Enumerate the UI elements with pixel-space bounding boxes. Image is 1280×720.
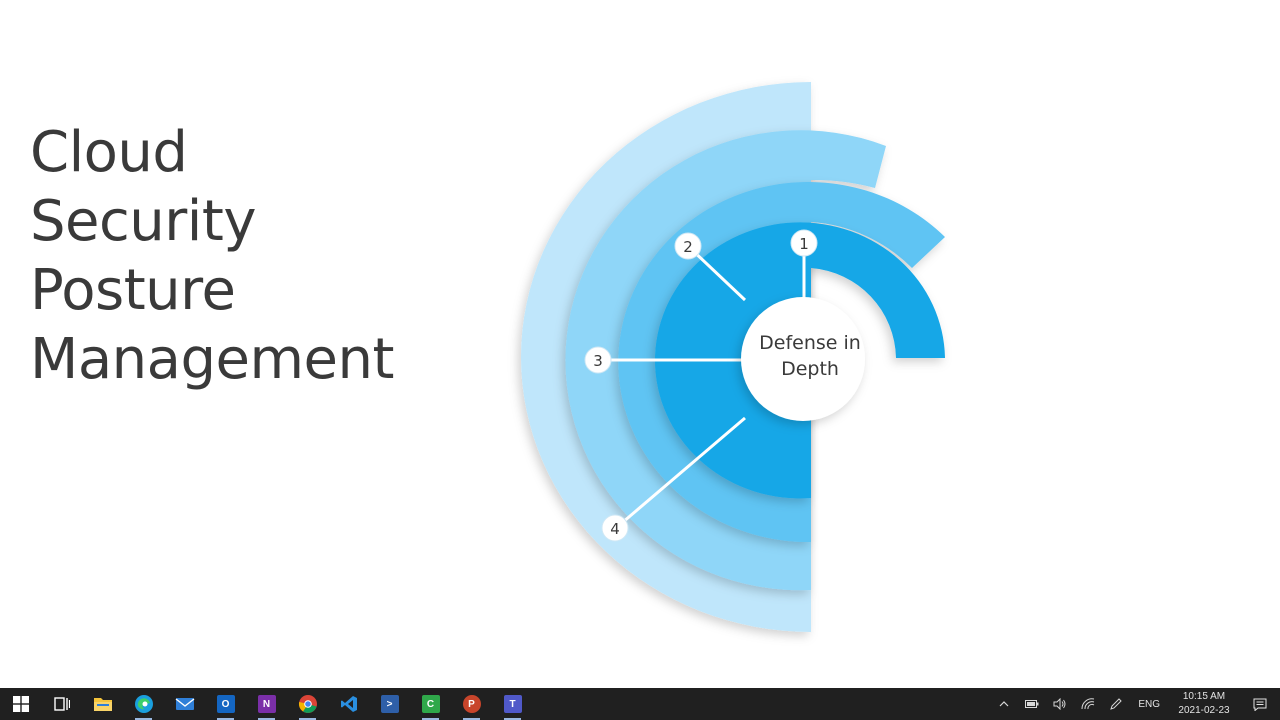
network-button[interactable] (1074, 688, 1102, 720)
taskbar-app-file-explorer[interactable] (82, 688, 123, 720)
show-hidden-icons-button[interactable] (990, 688, 1018, 720)
pen-button[interactable] (1102, 688, 1130, 720)
battery-icon (1025, 700, 1039, 708)
onenote-icon: N (257, 695, 276, 713)
mail-icon (175, 698, 194, 710)
defense-in-depth-diagram: 1 2 3 4 (521, 82, 945, 632)
taskbar-app-powerpoint[interactable]: P (451, 688, 492, 720)
notifications-icon (1253, 698, 1267, 711)
marker-4: 4 (601, 514, 629, 542)
battery-button[interactable] (1018, 688, 1046, 720)
powershell-icon: > (380, 695, 399, 713)
marker-4-label: 4 (610, 520, 620, 538)
task-view-icon (53, 697, 70, 711)
center-label-line: Defense in (759, 332, 861, 354)
task-view-button[interactable] (41, 688, 82, 720)
taskbar-app-teams[interactable]: T (492, 688, 533, 720)
taskbar-app-camtasia[interactable]: C (410, 688, 451, 720)
slide: Cloud Security Posture Management 1 2 3 … (0, 0, 1280, 688)
camtasia-icon: C (421, 695, 440, 713)
taskbar-app-onenote[interactable]: N (246, 688, 287, 720)
marker-3-label: 3 (593, 352, 603, 370)
clock-time: 10:15 AM (1182, 691, 1226, 702)
edge-icon (134, 695, 153, 713)
marker-1-label: 1 (799, 235, 809, 253)
marker-2: 2 (674, 232, 702, 260)
taskbar-app-vscode[interactable] (328, 688, 369, 720)
taskbar-app-chrome[interactable] (287, 688, 328, 720)
taskbar: O N > C P T ENG 10:15 AM 2021-02-23 (0, 688, 1280, 720)
center-label: Defense in Depth (742, 330, 878, 382)
system-tray: ENG 10:15 AM 2021-02-23 (990, 688, 1280, 720)
teams-icon: T (503, 695, 522, 713)
taskbar-app-outlook[interactable]: O (205, 688, 246, 720)
file-explorer-icon (93, 698, 112, 711)
pen-icon (1110, 698, 1123, 710)
vscode-icon (340, 696, 357, 712)
clock-date: 2021-02-23 (1178, 705, 1230, 716)
speaker-icon (1053, 698, 1066, 710)
marker-1: 1 (790, 229, 818, 257)
outlook-icon: O (216, 695, 235, 713)
action-center-button[interactable] (1240, 688, 1280, 720)
taskbar-app-mail[interactable] (164, 688, 205, 720)
powerpoint-icon: P (462, 695, 481, 713)
marker-3: 3 (584, 346, 612, 374)
wifi-icon (1081, 698, 1095, 710)
center-label-line: Depth (781, 358, 839, 380)
taskbar-app-edge[interactable] (123, 688, 164, 720)
input-language[interactable]: ENG (1130, 699, 1168, 710)
taskbar-app-powershell[interactable]: > (369, 688, 410, 720)
chrome-icon (298, 695, 317, 713)
volume-button[interactable] (1046, 688, 1074, 720)
chevron-up-icon (999, 701, 1009, 707)
marker-2-label: 2 (683, 238, 693, 256)
clock[interactable]: 10:15 AM 2021-02-23 (1168, 690, 1240, 718)
start-button[interactable] (0, 688, 41, 720)
windows-logo-icon (12, 696, 29, 712)
